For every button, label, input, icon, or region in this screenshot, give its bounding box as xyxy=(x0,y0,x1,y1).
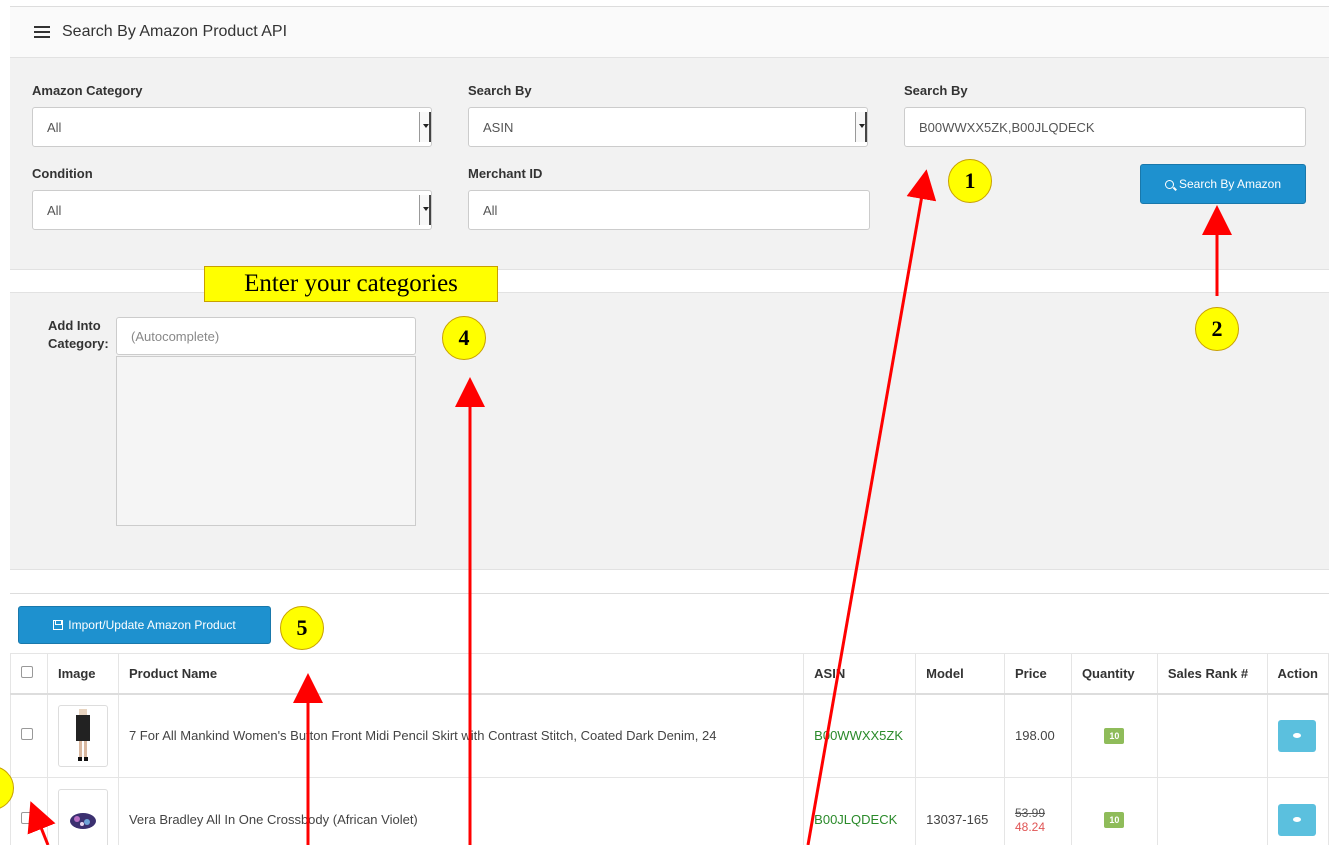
callout-1: 1 xyxy=(948,159,992,203)
row-action-cell xyxy=(1266,693,1329,778)
row-product-name: Vera Bradley All In One Crossbody (Afric… xyxy=(117,777,805,845)
callout-4: 4 xyxy=(442,316,486,360)
merchant-id-value: All xyxy=(483,202,498,218)
add-into-category-label: Add Into Category: xyxy=(48,318,109,351)
col-model[interactable]: Model xyxy=(915,653,1005,695)
search-by-type-value: ASIN xyxy=(483,119,514,135)
row-sales-rank xyxy=(1156,693,1268,778)
search-icon xyxy=(1164,179,1174,189)
save-icon xyxy=(53,620,64,630)
col-action: Action xyxy=(1266,653,1329,695)
col-quantity[interactable]: Quantity xyxy=(1070,653,1158,695)
condition-label: Condition xyxy=(32,166,93,181)
search-by-value-input[interactable]: B00WWXX5ZK,B00JLQDECK xyxy=(904,107,1306,147)
list-icon xyxy=(34,26,50,38)
category-autocomplete-input[interactable]: (Autocomplete) xyxy=(116,317,416,355)
table-row: Vera Bradley All In One Crossbody (Afric… xyxy=(10,777,1329,845)
row-model xyxy=(915,693,1005,778)
row-quantity-cell: 10 xyxy=(1070,777,1158,845)
search-by-type-label: Search By xyxy=(468,83,532,98)
merchant-id-label: Merchant ID xyxy=(468,166,543,181)
callout-2: 2 xyxy=(1195,307,1239,351)
search-by-amazon-button[interactable]: Search By Amazon xyxy=(1140,164,1306,204)
col-sales-rank[interactable]: Sales Rank # xyxy=(1156,653,1268,695)
amazon-category-label: Amazon Category xyxy=(32,83,143,98)
row-model: 13037-165 xyxy=(915,777,1005,845)
condition-value: All xyxy=(47,202,62,218)
row-asin: B00WWXX5ZK xyxy=(803,693,917,778)
search-by-value-text: B00WWXX5ZK,B00JLQDECK xyxy=(919,119,1095,135)
row-asin: B00JLQDECK xyxy=(803,777,917,845)
crossbody-bag-image xyxy=(69,812,96,829)
search-by-type-select[interactable]: ASIN xyxy=(468,107,868,147)
view-button[interactable] xyxy=(1277,803,1316,836)
search-button-label: Search By Amazon xyxy=(1178,177,1282,191)
eye-icon xyxy=(1292,733,1301,739)
category-panel: Add Into Category: (Autocomplete) xyxy=(10,292,1329,570)
amazon-category-select[interactable]: All xyxy=(32,107,432,147)
row-image-cell xyxy=(46,777,119,845)
col-price[interactable]: Price xyxy=(1003,653,1072,695)
import-button-label: Import/Update Amazon Product xyxy=(68,618,236,632)
amazon-category-value: All xyxy=(47,119,62,135)
category-placeholder: (Autocomplete) xyxy=(131,328,220,344)
row-price: 198.00 xyxy=(1003,693,1072,778)
quantity-badge: 10 xyxy=(1104,812,1125,828)
select-all-checkbox[interactable] xyxy=(21,665,33,678)
callout-5: 5 xyxy=(280,606,324,650)
row-checkbox[interactable] xyxy=(21,728,33,741)
quantity-badge: 10 xyxy=(1104,728,1125,745)
select-all-cell xyxy=(10,653,48,695)
product-table: Image Product Name ASIN Model Price Quan… xyxy=(10,653,1329,845)
col-asin[interactable]: ASIN xyxy=(803,653,917,695)
row-select-cell xyxy=(10,693,48,778)
row-sales-rank xyxy=(1156,777,1268,845)
enter-categories-note: Enter your categories xyxy=(204,266,498,302)
category-list-box[interactable] xyxy=(116,356,416,526)
eye-icon xyxy=(1292,817,1301,822)
row-quantity-cell: 10 xyxy=(1070,693,1158,778)
chevron-down-icon xyxy=(855,112,867,142)
panel-heading: Search By Amazon Product API xyxy=(10,6,1329,58)
col-image[interactable]: Image xyxy=(46,653,119,695)
page-title: Search By Amazon Product API xyxy=(62,23,288,40)
import-update-button[interactable]: Import/Update Amazon Product xyxy=(18,606,271,644)
search-by-value-label: Search By xyxy=(904,83,968,98)
table-row: 7 For All Mankind Women's Button Front M… xyxy=(10,693,1329,778)
original-price: 53.99 xyxy=(1014,805,1046,820)
table-header-row: Image Product Name ASIN Model Price Quan… xyxy=(10,653,1329,695)
row-action-cell xyxy=(1266,777,1329,845)
view-button[interactable] xyxy=(1277,719,1316,752)
row-price-cell: 53.99 48.24 xyxy=(1003,777,1072,845)
chevron-down-icon xyxy=(419,195,431,225)
search-filter-panel: Amazon Category All Search By ASIN Searc… xyxy=(10,58,1329,270)
sale-price: 48.24 xyxy=(1014,819,1046,834)
product-thumbnail xyxy=(57,704,108,767)
skirt-image xyxy=(75,708,90,761)
row-checkbox[interactable] xyxy=(21,812,33,824)
product-thumbnail xyxy=(57,788,108,845)
row-select-cell xyxy=(10,777,48,845)
col-product-name[interactable]: Product Name xyxy=(117,653,805,695)
row-product-name: 7 For All Mankind Women's Button Front M… xyxy=(117,693,805,778)
merchant-id-input[interactable]: All xyxy=(468,190,870,230)
row-image-cell xyxy=(46,693,119,778)
condition-select[interactable]: All xyxy=(32,190,432,230)
chevron-down-icon xyxy=(419,112,431,142)
